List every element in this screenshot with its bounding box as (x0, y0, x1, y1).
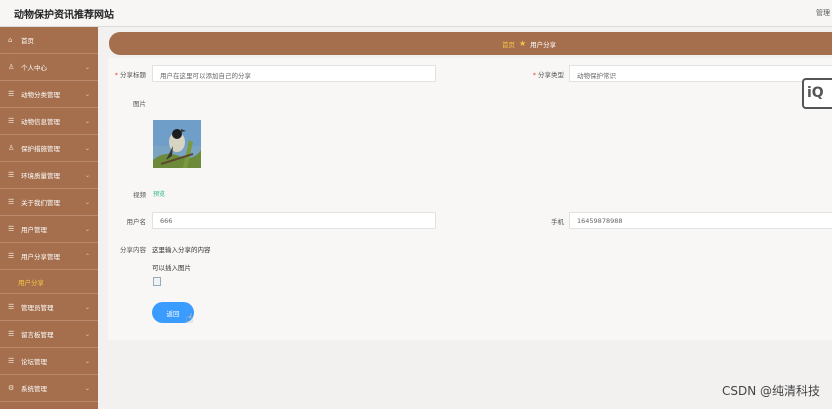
sidebar: ⌂ 首页 ♙ 个人中心 ⌄ ☰ 动物分类管理 ⌄ ☰ 动物信息管理 ⌄ ♙ 保护措施管理 ⌄ ☰ 环… (0, 27, 98, 409)
username-field[interactable]: 666 (152, 212, 436, 229)
chevron-down-icon: ⌄ (84, 118, 90, 125)
logo-icon: iQ (802, 78, 832, 109)
main-content: 首页 ★ 用户分享 * 分享标题 用户在这里可以添加自己的分享 * 分享类型 动物保… (98, 27, 832, 409)
app-title: 动物保护资讯推荐网站 (14, 10, 114, 21)
share-title-label: * 分享标题 (114, 71, 146, 79)
sidebar-item-environment[interactable]: ☰ 环境质量管理 ⌄ (0, 162, 98, 189)
breadcrumb-current: 用户分享 (530, 41, 557, 49)
chevron-down-icon: ⌄ (84, 91, 90, 98)
sidebar-item-label: 用户分享管理 (21, 253, 60, 261)
menu-icon: ☰ (8, 171, 15, 179)
username-label: 用户名 (126, 218, 147, 226)
phone-label: 手机 (551, 218, 564, 226)
phone-field[interactable]: 16459878988 (569, 212, 832, 229)
video-preview-link[interactable]: 预览 (153, 189, 165, 198)
sidebar-item-admins[interactable]: ☰ 管理员管理 ⌄ (0, 294, 98, 321)
chevron-down-icon: ⌄ (84, 385, 90, 392)
share-type-label: * 分享类型 (532, 71, 564, 79)
sidebar-item-animal-info[interactable]: ☰ 动物信息管理 ⌄ (0, 108, 98, 135)
chevron-down-icon: ⌄ (84, 226, 90, 233)
sidebar-item-user-share[interactable]: ☰ 用户分享管理 ⌃ (0, 243, 98, 270)
sidebar-item-forum[interactable]: ☰ 论坛管理 ⌄ (0, 348, 98, 375)
sidebar-item-label: 留言板管理 (21, 331, 54, 339)
share-type-field[interactable]: 动物保护常识 (569, 65, 832, 82)
video-label: 视频 (133, 191, 146, 199)
image-label: 图片 (133, 100, 146, 108)
menu-icon: ☰ (8, 225, 15, 233)
sidebar-item-users[interactable]: ☰ 用户管理 ⌄ (0, 216, 98, 243)
share-image (153, 120, 201, 168)
home-icon: ⌂ (8, 36, 13, 44)
settings-icon: ⚙ (8, 384, 15, 392)
user-menu[interactable]: 管理 (816, 8, 830, 18)
sidebar-subitem-user-share[interactable]: 用户分享 (0, 270, 98, 294)
chevron-down-icon: ⌄ (84, 331, 90, 338)
user-icon: ♙ (8, 63, 15, 71)
sidebar-item-animal-category[interactable]: ☰ 动物分类管理 ⌄ (0, 81, 98, 108)
sidebar-item-system[interactable]: ⚙ 系统管理 ⌄ (0, 375, 98, 402)
chevron-down-icon: ⌄ (84, 64, 90, 71)
sidebar-item-about[interactable]: ☰ 关于我们管理 ⌄ (0, 189, 98, 216)
sidebar-item-label: 论坛管理 (21, 358, 47, 366)
share-title-field[interactable]: 用户在这里可以添加自己的分享 (152, 65, 436, 82)
user-icon: ♙ (8, 144, 15, 152)
content-line-2: 可以插入图片 (152, 264, 191, 272)
watermark: CSDN @纯清科技 (721, 384, 820, 398)
chevron-up-icon: ⌃ (84, 253, 90, 260)
chevron-down-icon: ⌄ (84, 304, 90, 311)
sidebar-item-messages[interactable]: ☰ 留言板管理 ⌄ (0, 321, 98, 348)
breadcrumb: 首页 ★ 用户分享 (109, 32, 832, 55)
menu-icon: ☰ (8, 303, 15, 311)
sidebar-item-label: 用户管理 (21, 226, 47, 234)
star-icon: ★ (519, 39, 527, 48)
breadcrumb-home[interactable]: 首页 (502, 39, 515, 49)
sidebar-item-label: 环境质量管理 (21, 172, 60, 180)
sidebar-item-protection[interactable]: ♙ 保护措施管理 ⌄ (0, 135, 98, 162)
broken-image-icon (153, 277, 161, 286)
detail-form: * 分享标题 用户在这里可以添加自己的分享 * 分享类型 动物保护常识 图片 视频 … (108, 58, 832, 340)
sidebar-item-profile[interactable]: ♙ 个人中心 ⌄ (0, 54, 98, 81)
chevron-down-icon: ⌄ (84, 199, 90, 206)
menu-icon: ☰ (8, 252, 15, 260)
sidebar-item-home[interactable]: ⌂ 首页 (0, 27, 98, 54)
menu-icon: ☰ (8, 330, 15, 338)
sidebar-item-label: 动物信息管理 (21, 118, 60, 126)
sidebar-item-label: 个人中心 (21, 64, 47, 72)
sidebar-item-label: 管理员管理 (21, 304, 54, 312)
content-label: 分享内容 (120, 246, 146, 254)
sidebar-item-label: 首页 (21, 37, 34, 45)
menu-icon: ☰ (8, 90, 15, 98)
hand-cursor-icon: ☝ (186, 311, 194, 325)
sidebar-item-label: 动物分类管理 (21, 91, 60, 99)
content-line-1: 这里输入分享的内容 (152, 246, 211, 254)
chevron-down-icon: ⌄ (84, 358, 90, 365)
menu-icon: ☰ (8, 117, 15, 125)
top-bar: 动物保护资讯推荐网站 管理 (0, 0, 832, 27)
menu-icon: ☰ (8, 357, 15, 365)
sidebar-item-label: 关于我们管理 (21, 199, 60, 207)
sidebar-item-label: 系统管理 (21, 385, 47, 393)
chevron-down-icon: ⌄ (84, 145, 90, 152)
sidebar-item-label: 保护措施管理 (21, 145, 60, 153)
chevron-down-icon: ⌄ (84, 172, 90, 179)
menu-icon: ☰ (8, 198, 15, 206)
